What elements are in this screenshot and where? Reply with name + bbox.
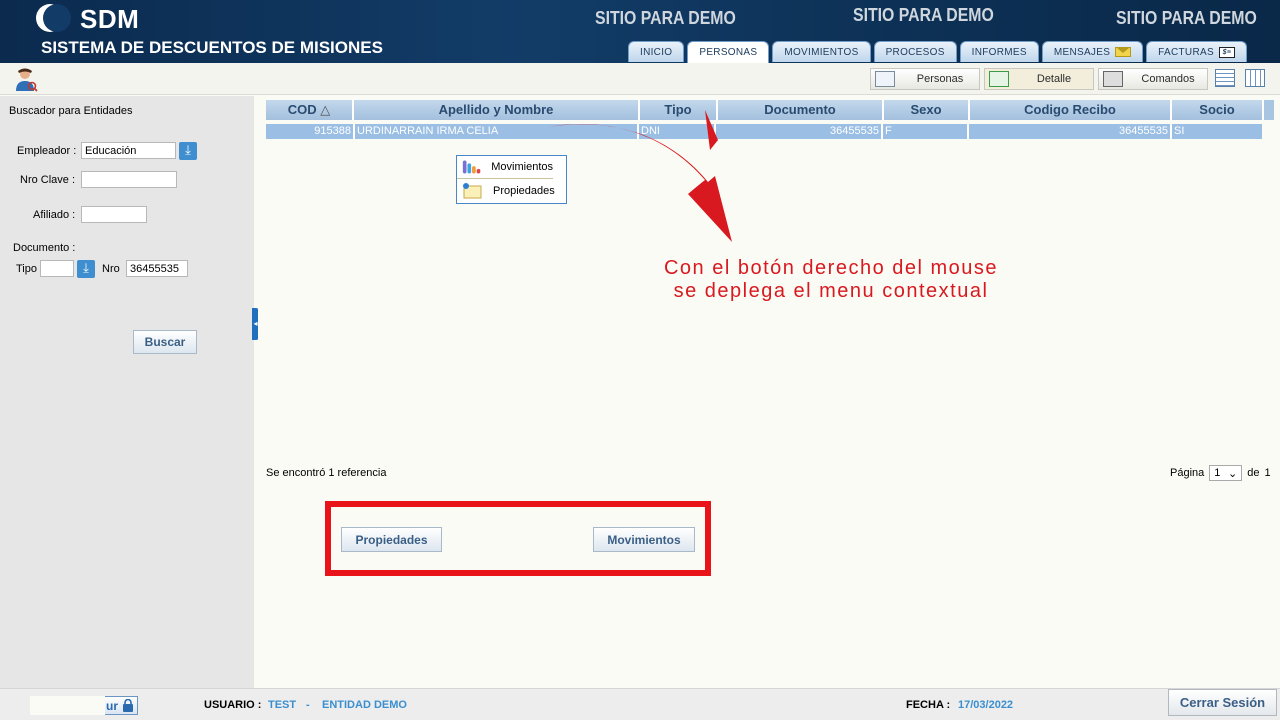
empleador-label: Empleador :	[17, 145, 77, 157]
cell-socio: SI	[1174, 125, 1185, 137]
download-icon[interactable]: ⤓	[179, 142, 197, 160]
page-select[interactable]: 1 ⌄	[1209, 465, 1243, 481]
afiliado-field[interactable]	[81, 206, 147, 223]
afiliado-label: Afiliado :	[33, 209, 76, 221]
detalle-icon	[989, 71, 1009, 87]
demo-watermark: SITIO PARA DEMO	[853, 5, 994, 25]
search-panel: Buscador para Entidades Empleador : ⤓ Nr…	[0, 96, 254, 688]
download-icon[interactable]: ⤓	[77, 260, 95, 278]
tab-procesos[interactable]: PROCESOS	[873, 41, 957, 62]
separator: -	[306, 699, 310, 711]
cell-sexo: F	[883, 124, 969, 139]
cell-cod: 915388	[266, 124, 355, 139]
column-header-sexo[interactable]: Sexo	[884, 100, 970, 120]
documento-label: Documento :	[13, 242, 76, 254]
app-header: SDM SISTEMA DE DESCUENTOS DE MISIONES SI…	[0, 0, 1280, 63]
page-label: Página	[1170, 467, 1205, 479]
tab-informes[interactable]: INFORMES	[959, 41, 1039, 62]
of-label: de	[1247, 467, 1260, 479]
nro-clave-label: Nro Clave :	[20, 174, 76, 186]
search-panel-title: Buscador para Entidades	[9, 105, 133, 117]
empleador-field[interactable]	[81, 142, 176, 159]
nro-clave-field[interactable]	[81, 171, 177, 188]
toolbar: Personas Detalle Comandos	[0, 63, 1280, 95]
demo-watermark: SITIO PARA DEMO	[1116, 8, 1257, 28]
usuario-value: TEST	[268, 699, 297, 711]
lock-button-overlay	[30, 696, 105, 715]
column-header-codigo-recibo[interactable]: Codigo Recibo	[970, 100, 1172, 120]
fecha-label: FECHA :	[906, 699, 951, 711]
grid-columns-icon[interactable]	[1245, 69, 1265, 87]
tab-personas[interactable]: PERSONAS	[687, 41, 770, 63]
entidad-value: ENTIDAD DEMO	[322, 699, 407, 711]
cerrar-sesion-button[interactable]: Cerrar Sesión	[1168, 689, 1277, 716]
column-header-socio[interactable]: Socio	[1172, 100, 1264, 120]
nro-documento-field[interactable]	[126, 260, 188, 277]
results-count: Se encontró 1 referencia	[266, 467, 387, 479]
tab-facturas[interactable]: FACTURAS $≡	[1146, 41, 1247, 62]
cell-codigo-recibo: 36455535	[969, 124, 1172, 139]
usuario-label: USUARIO :	[204, 699, 262, 711]
personas-icon	[875, 71, 895, 87]
demo-watermark: SITIO PARA DEMO	[595, 8, 736, 28]
envelope-icon	[1115, 47, 1132, 57]
chevron-down-icon: ⌄	[1228, 467, 1238, 480]
total-pages: 1	[1264, 467, 1271, 479]
buscar-button[interactable]: Buscar	[133, 330, 197, 354]
tipo-label: Tipo	[16, 263, 37, 275]
tab-inicio[interactable]: INICIO	[628, 41, 685, 62]
app-long-title: SISTEMA DE DESCUENTOS DE MISIONES	[41, 38, 383, 57]
detalle-button[interactable]: Detalle	[984, 68, 1094, 90]
fecha-value: 17/03/2022	[958, 699, 1014, 711]
table-header: COD △ Apellido y Nombre Tipo Documento S…	[266, 100, 1274, 120]
sdm-logo-icon	[36, 4, 76, 32]
properties-icon	[463, 182, 482, 198]
context-menu-item-movimientos[interactable]: Movimientos	[457, 156, 553, 179]
nro-label: Nro	[102, 263, 120, 275]
sort-ascending-icon: △	[320, 102, 331, 117]
status-bar: ur USUARIO : TEST - ENTIDAD DEMO FECHA :…	[0, 688, 1280, 720]
grid-view-icon[interactable]	[1215, 69, 1235, 87]
annotation-text: Con el botón derecho del mouse se depleg…	[663, 257, 999, 302]
tab-mensajes[interactable]: MENSAJES	[1041, 41, 1144, 62]
tipo-field[interactable]	[40, 260, 74, 277]
lock-icon	[123, 699, 133, 712]
movements-icon	[462, 160, 481, 174]
tab-movimientos[interactable]: MOVIMIENTOS	[772, 41, 871, 62]
main-tabs: INICIO PERSONAS MOVIMIENTOS PROCESOS INF…	[628, 41, 1247, 63]
invoice-icon: $≡	[1218, 46, 1235, 58]
column-header-cod[interactable]: COD △	[266, 100, 354, 120]
user-search-icon[interactable]	[14, 67, 38, 93]
comandos-icon	[1103, 71, 1123, 87]
annotation-arrow	[548, 110, 732, 242]
personas-button[interactable]: Personas	[870, 68, 980, 90]
propiedades-button[interactable]: Propiedades	[341, 527, 442, 552]
comandos-button[interactable]: Comandos	[1098, 68, 1208, 90]
pagination: Página 1 ⌄ de 1	[1170, 465, 1271, 481]
movimientos-button[interactable]: Movimientos	[593, 527, 695, 552]
app-short-title: SDM	[80, 4, 140, 34]
